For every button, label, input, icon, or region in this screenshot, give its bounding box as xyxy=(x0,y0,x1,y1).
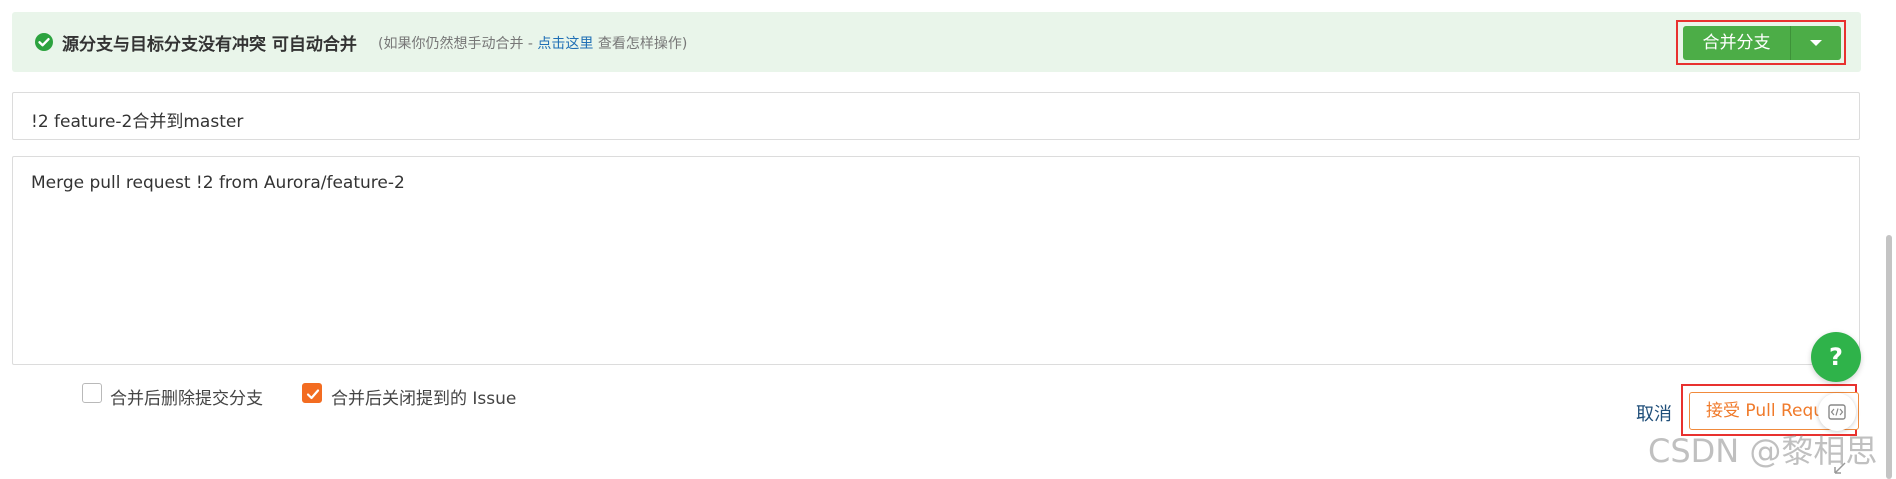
manual-merge-link[interactable]: 点击这里 xyxy=(537,36,593,52)
merge-options-dropdown[interactable] xyxy=(1790,26,1841,60)
pr-body-textarea[interactable]: Merge pull request !2 from Aurora/featur… xyxy=(12,156,1860,365)
merge-button-group: 合并分支 xyxy=(1676,20,1846,65)
hint-suffix: 查看怎样操作) xyxy=(593,36,688,52)
manual-merge-hint: (如果你仍然想手动合并 - 点击这里 查看怎样操作) xyxy=(378,33,687,53)
vertical-scrollbar[interactable] xyxy=(1886,235,1892,479)
merge-status-banner: 源分支与目标分支没有冲突 可自动合并 (如果你仍然想手动合并 - 点击这里 查看… xyxy=(12,12,1861,72)
help-button[interactable]: ? xyxy=(1811,332,1861,382)
delete-branch-label: 合并后删除提交分支 xyxy=(110,389,263,409)
checkmark-icon xyxy=(306,389,320,400)
caret-down-icon xyxy=(1810,40,1822,46)
merge-status-message: 源分支与目标分支没有冲突 可自动合并 xyxy=(62,35,357,55)
delete-branch-checkbox[interactable] xyxy=(82,383,102,403)
code-icon xyxy=(1828,404,1846,420)
hint-prefix: (如果你仍然想手动合并 - xyxy=(378,36,538,52)
merge-branch-button[interactable]: 合并分支 xyxy=(1683,26,1790,60)
check-circle-icon xyxy=(35,33,53,51)
cancel-link[interactable]: 取消 xyxy=(1636,400,1672,426)
close-issue-label: 合并后关闭提到的 Issue xyxy=(331,389,517,409)
pr-title-input[interactable]: !2 feature-2合并到master xyxy=(12,92,1860,140)
expand-icon xyxy=(1834,462,1846,474)
close-issue-checkbox[interactable] xyxy=(302,383,322,403)
